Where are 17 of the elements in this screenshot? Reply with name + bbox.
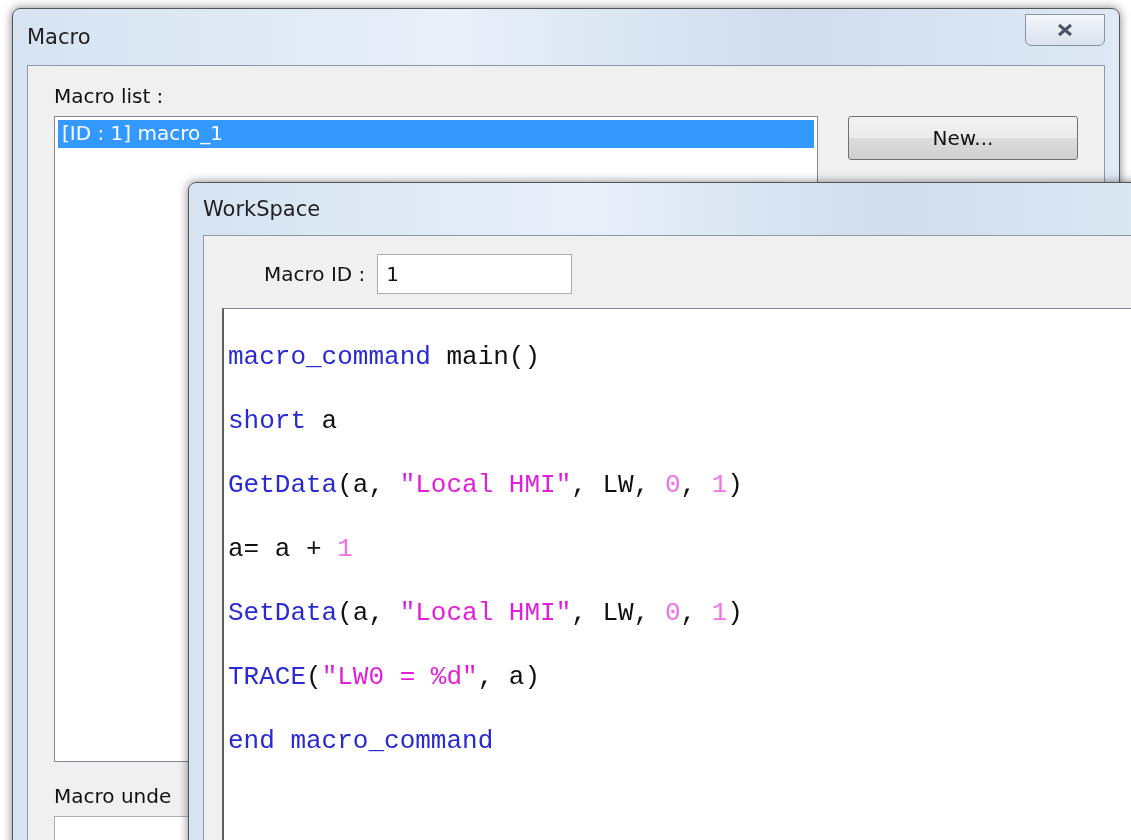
code-line: macro_command main() <box>228 341 541 374</box>
window-title: WorkSpace <box>203 197 321 221</box>
code-line: end macro_command <box>228 725 494 758</box>
field-label: Macro unde <box>54 784 172 808</box>
code-line: short a <box>228 405 338 438</box>
new-button[interactable]: New... <box>848 116 1078 160</box>
code-line: TRACE("LW0 = %d", a) <box>228 661 541 694</box>
macro-id-field[interactable]: 1 <box>377 254 573 294</box>
close-button[interactable] <box>1025 14 1105 46</box>
list-label: Macro list : <box>54 84 164 108</box>
close-icon <box>1056 23 1074 37</box>
macro-id-label: Macro ID : <box>264 262 366 286</box>
code-line: GetData(a, "Local HMI", LW, 0, 1) <box>228 469 743 502</box>
code-editor[interactable]: macro_command main() short a GetData(a, "Local HMI", LW, 0, 1) a= a + 1 SetData(a, "Local HMI", LW, 0, 1) TRACE("LW0 = %d", a) end macro_command <box>222 308 1131 840</box>
code-line: a= a + 1 <box>228 533 353 566</box>
code-line: SetData(a, "Local HMI", LW, 0, 1) <box>228 597 743 630</box>
window-title: Macro <box>27 25 91 49</box>
